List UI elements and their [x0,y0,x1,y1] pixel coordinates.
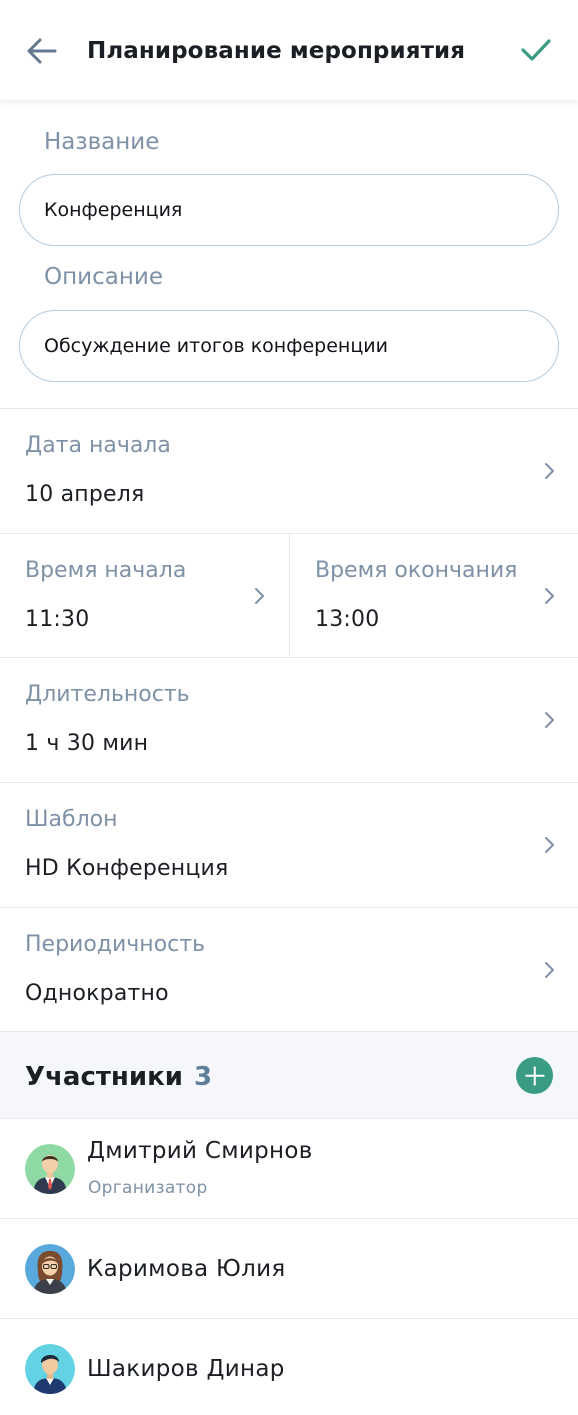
recurrence-label: Периодичность [25,932,206,957]
description-label: Описание [44,264,163,290]
start-time-value: 11:30 [25,607,90,632]
template-value: HD Конференция [25,856,229,881]
participants-count: 3 [194,1062,213,1092]
back-button[interactable] [24,32,64,72]
chevron-right-icon [545,463,554,479]
participant-item[interactable]: Каримова Юлия [0,1219,578,1319]
start-date-row[interactable]: Дата начала 10 апреля [25,431,555,511]
duration-label: Длительность [25,682,190,707]
avatar [25,1344,75,1394]
name-label: Название [44,129,160,155]
divider [0,657,578,658]
recurrence-row[interactable]: Периодичность Однократно [25,930,555,1010]
participants-header: Участники 3 [0,1032,578,1119]
confirm-button[interactable] [518,32,554,68]
avatar [25,1144,75,1194]
description-input[interactable] [44,311,534,380]
start-time-label: Время начала [25,558,187,583]
start-date-value: 10 апреля [25,482,145,507]
vertical-divider [289,533,290,657]
name-field[interactable] [19,174,559,246]
participant-item[interactable]: Шакиров Динар [0,1319,578,1415]
checkmark-icon [521,39,551,61]
start-time-row[interactable]: Время начала 11:30 [25,556,275,636]
man-avatar-icon [25,1144,75,1194]
end-time-value: 13:00 [315,607,380,632]
arrow-left-icon [27,38,57,64]
chevron-right-icon [545,962,554,978]
participants-title: Участники [25,1062,183,1092]
duration-row[interactable]: Длительность 1 ч 30 мин [25,680,555,760]
end-time-label: Время окончания [315,558,518,583]
template-label: Шаблон [25,807,118,832]
participant-name: Дмитрий Смирнов [87,1138,313,1164]
chevron-right-icon [545,837,554,853]
woman-avatar-icon [25,1244,75,1294]
top-app-bar: Планирование мероприятия [0,0,578,100]
recurrence-value: Однократно [25,981,169,1006]
chevron-right-icon [255,588,264,604]
end-time-row[interactable]: Время окончания 13:00 [315,556,555,636]
duration-value: 1 ч 30 мин [25,731,149,756]
divider [0,907,578,908]
participant-item[interactable]: Дмитрий Смирнов Организатор [0,1119,578,1219]
add-participant-button[interactable] [516,1057,553,1094]
description-field[interactable] [19,310,559,382]
divider [0,782,578,783]
start-date-label: Дата начала [25,433,171,458]
divider [0,408,578,409]
template-row[interactable]: Шаблон HD Конференция [25,805,555,885]
man-avatar-icon [25,1344,75,1394]
page-title: Планирование мероприятия [87,38,466,64]
avatar [25,1244,75,1294]
name-input[interactable] [44,175,534,244]
chevron-right-icon [545,712,554,728]
participant-name: Каримова Юлия [87,1256,286,1282]
chevron-right-icon [545,588,554,604]
participant-name: Шакиров Динар [87,1356,285,1382]
participant-role: Организатор [88,1178,208,1198]
